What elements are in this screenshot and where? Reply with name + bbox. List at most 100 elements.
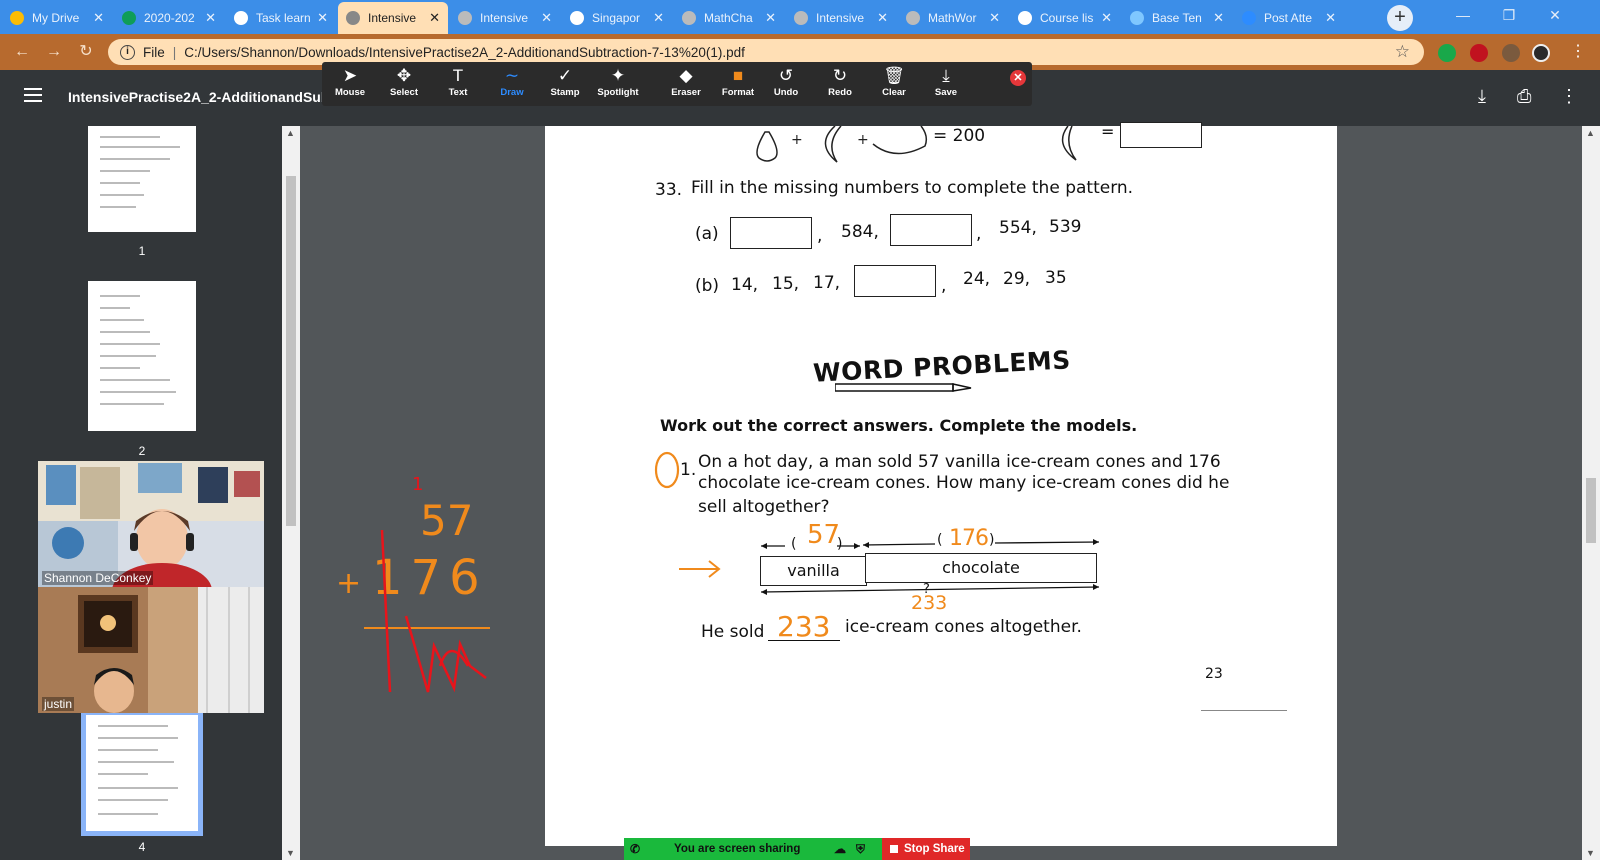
tab-close-icon[interactable]: ✕	[1213, 10, 1224, 26]
pattern-a-number: 554,	[999, 218, 1037, 238]
tool-text[interactable]: T Text	[430, 65, 486, 98]
problem-1-line-3: sell altogether?	[698, 497, 830, 517]
tab-close-icon[interactable]: ✕	[205, 10, 216, 26]
pattern-a-box-2[interactable]	[890, 214, 972, 246]
chrome-menu-icon[interactable]: ⋮	[1566, 40, 1590, 64]
tab-close-icon[interactable]: ✕	[429, 10, 440, 26]
save-icon: ⤓	[942, 66, 950, 85]
browser-tab[interactable]: Intensive ✕	[786, 2, 896, 34]
pattern-b-comma: ,	[941, 276, 947, 296]
thumbnail-page-1[interactable]	[88, 126, 196, 232]
extension-puzzle-icon[interactable]	[1502, 44, 1520, 62]
extension-green-icon[interactable]	[1438, 44, 1456, 62]
globe-icon	[906, 11, 920, 25]
browser-tab[interactable]: MathWor ✕	[898, 2, 1008, 34]
pencil-icon	[835, 383, 972, 392]
browser-tab[interactable]: My Drive ✕	[2, 2, 112, 34]
restore-button[interactable]: ❐	[1486, 0, 1532, 30]
question-33-prompt: Fill in the missing numbers to complete …	[691, 178, 1134, 198]
annotation-toolbar: ➤ Mouse ✥ Select T Text ∼ Draw ✓ Stamp ✦ Spotlight ◆…	[322, 62, 1032, 106]
tab-close-icon[interactable]: ✕	[765, 10, 776, 26]
back-icon[interactable]: ←	[10, 40, 34, 64]
stop-share-button[interactable]: Stop Share	[882, 838, 970, 860]
tab-close-icon[interactable]: ✕	[93, 10, 104, 26]
banana-icon	[1061, 126, 1077, 161]
globe-icon	[346, 11, 360, 25]
browser-tab[interactable]: Intensive ✕	[450, 2, 560, 34]
tool-save[interactable]: ⤓ Save	[918, 65, 974, 98]
pdf-canvas: + + = 200 = 33. Fill in the missing numb…	[300, 122, 1582, 860]
download-icon[interactable]: ⤓	[1478, 86, 1486, 107]
answer-box-top[interactable]	[1120, 122, 1202, 148]
tool-clear[interactable]: 🗑 Clear	[866, 65, 922, 98]
pattern-b-number: 24,	[963, 269, 991, 289]
handwritten-chocolate-count: 176	[949, 526, 989, 551]
video-tile-justin[interactable]: justin	[38, 587, 264, 713]
tool-select[interactable]: ✥ Select	[376, 65, 432, 98]
bar-vanilla: vanilla	[760, 556, 867, 586]
tab-close-icon[interactable]: ✕	[317, 10, 328, 26]
pattern-a-box-1[interactable]	[730, 217, 812, 249]
browser-tab[interactable]: Post Atte ✕	[1234, 2, 1344, 34]
tab-close-icon[interactable]: ✕	[541, 10, 552, 26]
tab-close-icon[interactable]: ✕	[877, 10, 888, 26]
part-b-label: (b)	[695, 276, 720, 296]
browser-tab[interactable]: Base Ten ✕	[1122, 2, 1232, 34]
tool-spotlight[interactable]: ✦ Spotlight	[590, 65, 646, 98]
tab-title: Intensive	[816, 11, 865, 25]
tool-eraser[interactable]: ◆ Eraser	[658, 65, 714, 98]
main-scrollbar[interactable]: ▲ ▼	[1582, 126, 1600, 860]
more-options-icon[interactable]: ⋮	[1560, 86, 1578, 107]
browser-tab[interactable]: MathCha ✕	[674, 2, 784, 34]
close-annotation-icon[interactable]: ✕	[1010, 70, 1026, 86]
sidebar-scrollbar[interactable]: ▲ ▼	[282, 126, 300, 860]
tab-title: Base Ten	[1152, 11, 1202, 25]
print-icon[interactable]: ⎙	[1517, 86, 1531, 107]
pattern-b-box[interactable]	[854, 265, 936, 297]
thumbnail-page-2[interactable]	[88, 281, 196, 431]
tab-title: 2020-202	[144, 11, 195, 25]
new-tab-button[interactable]: +	[1387, 5, 1413, 31]
google-sheets-icon	[122, 11, 136, 25]
minimize-button[interactable]: —	[1440, 0, 1486, 30]
hamburger-menu-icon[interactable]	[24, 88, 42, 102]
forward-icon[interactable]: →	[42, 40, 66, 64]
thumbnail-page-4[interactable]	[81, 710, 203, 836]
shield-icon: ⛨	[856, 842, 866, 856]
tab-close-icon[interactable]: ✕	[1325, 10, 1336, 26]
tool-undo[interactable]: ↺ Undo	[758, 65, 814, 98]
browser-tab[interactable]: Singapor ✕	[562, 2, 672, 34]
video-tile-shannon[interactable]: Shannon DeConkey	[38, 461, 264, 587]
eraser-icon: ◆	[679, 66, 693, 85]
pattern-b-number: 15,	[772, 274, 800, 294]
ublock-extension-icon[interactable]	[1470, 44, 1488, 62]
close-window-button[interactable]: ✕	[1532, 0, 1578, 30]
browser-tab[interactable]: 2020-202 ✕	[114, 2, 224, 34]
handwritten-total: 233	[911, 592, 948, 614]
info-icon[interactable]: i	[120, 44, 135, 60]
part-a-label: (a)	[695, 224, 719, 244]
participant-video	[38, 461, 264, 587]
tool-mouse[interactable]: ➤ Mouse	[322, 65, 378, 98]
tool-draw[interactable]: ∼ Draw	[484, 65, 540, 98]
bookmark-star-icon[interactable]: ☆	[1395, 42, 1410, 62]
worksheet-page: + + = 200 = 33. Fill in the missing numb…	[545, 122, 1337, 846]
bar-vanilla-label: vanilla	[787, 561, 840, 580]
arrow-annotation	[679, 560, 721, 578]
browser-tab[interactable]: Course lis ✕	[1010, 2, 1120, 34]
pattern-a-number: 584,	[841, 222, 879, 242]
tab-close-icon[interactable]: ✕	[989, 10, 1000, 26]
browser-tab[interactable]: Intensive ✕	[338, 2, 448, 34]
instructions: Work out the correct answers. Complete t…	[660, 416, 1138, 435]
tool-stamp[interactable]: ✓ Stamp	[537, 65, 593, 98]
phone-icon: ✆	[630, 842, 641, 856]
vanilla-paren-open: (	[791, 536, 797, 552]
profile-avatar[interactable]	[1532, 44, 1550, 62]
tab-close-icon[interactable]: ✕	[653, 10, 664, 26]
reload-icon[interactable]: ↻	[74, 40, 98, 64]
stop-share-label: Stop Share	[904, 843, 965, 855]
tool-label: Spotlight	[597, 87, 639, 98]
browser-tab[interactable]: Task learn ✕	[226, 2, 336, 34]
tab-close-icon[interactable]: ✕	[1101, 10, 1112, 26]
tool-redo[interactable]: ↻ Redo	[812, 65, 868, 98]
